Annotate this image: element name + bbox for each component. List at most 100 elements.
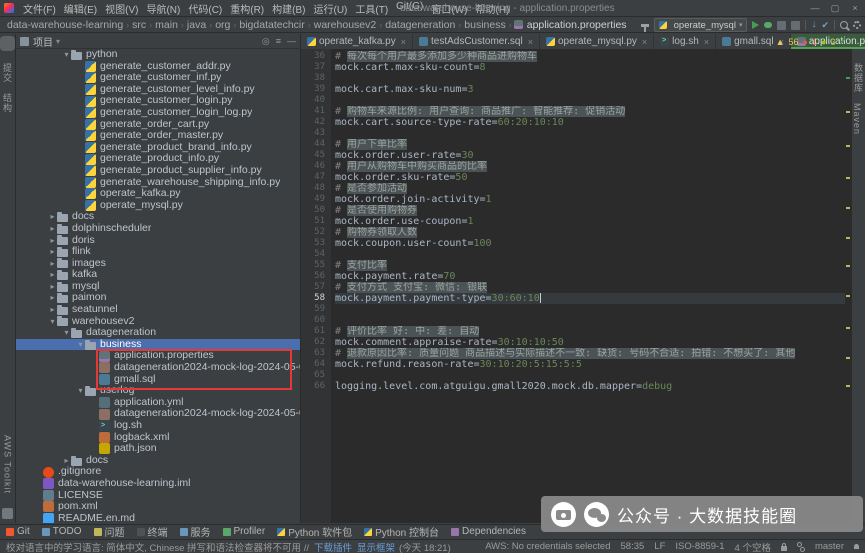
editor-line[interactable]: 51mock.order.use-coupon=1 xyxy=(301,216,845,227)
editor-line[interactable]: 57# 支付方式 支付宝: 微信: 银联 xyxy=(301,282,845,293)
tree-item[interactable]: generate_customer_level_info.py xyxy=(16,84,300,96)
status-item[interactable]: ISO-8859-1 xyxy=(675,541,724,552)
tree-item[interactable]: ▾userlog xyxy=(16,385,300,397)
tree-item[interactable]: ▸seatunnel xyxy=(16,304,300,316)
chevron-down-icon[interactable]: ▾ xyxy=(76,385,85,397)
menu-item[interactable]: 视图(V) xyxy=(101,1,142,16)
tree-item[interactable]: path.json xyxy=(16,443,300,455)
tree-item[interactable]: ▸paimon xyxy=(16,292,300,304)
editor-line[interactable]: 53mock.coupon.user-count=100 xyxy=(301,238,845,249)
breadcrumb-item[interactable]: warehousev2 xyxy=(313,19,377,31)
toolwindow-button[interactable]: Git xyxy=(6,526,30,537)
tree-item[interactable]: generate_order_master.py xyxy=(16,130,300,142)
tree-item[interactable]: generate_product_info.py xyxy=(16,153,300,165)
notifications-bell-icon[interactable] xyxy=(854,544,859,549)
chevron-right-icon[interactable]: ▸ xyxy=(62,455,71,467)
editor-line[interactable]: 65 xyxy=(301,370,845,381)
chevron-right-icon[interactable]: ▸ xyxy=(48,258,57,270)
line-number[interactable]: 66 xyxy=(301,381,335,392)
line-number[interactable]: 53 xyxy=(301,238,335,249)
chevron-right-icon[interactable]: ▸ xyxy=(48,235,57,247)
tree-item[interactable]: generate_customer_login.py xyxy=(16,95,300,107)
toolwindow-button[interactable]: Python 软件包 xyxy=(277,524,352,539)
toolwindow-label[interactable]: AWS Toolkit xyxy=(3,435,13,494)
toolwindow-button[interactable]: 终端 xyxy=(137,524,168,539)
tree-item[interactable]: datageneration2024-mock-log-2024-05-01.j… xyxy=(16,362,300,374)
project-tree[interactable]: ▾pythongenerate_customer_addr.pygenerate… xyxy=(16,49,300,523)
editor-line[interactable]: 38 xyxy=(301,73,845,84)
breadcrumb-item[interactable]: data-warehouse-learning xyxy=(6,19,124,31)
toolwindow-button[interactable]: 问题 xyxy=(94,524,125,539)
status-item[interactable]: 4 个空格 xyxy=(735,540,771,553)
line-number[interactable]: 44 xyxy=(301,139,335,150)
editor-body[interactable]: 36# 每次每个用户最多添加多少种商品进购物车37mock.cart.max-s… xyxy=(301,49,851,523)
show-frame-link[interactable]: 显示框架 xyxy=(357,540,395,553)
chevron-right-icon[interactable]: ▸ xyxy=(48,246,57,258)
editor-line[interactable]: 36# 每次每个用户最多添加多少种商品进购物车 xyxy=(301,51,845,62)
tree-item[interactable]: ▸images xyxy=(16,258,300,270)
tree-item[interactable]: generate_customer_inf.py xyxy=(16,72,300,84)
line-number[interactable]: 39 xyxy=(301,84,335,95)
inspections-widget[interactable]: ▲ 56 ● 1 ● 3 ✔ xyxy=(776,34,847,49)
tree-item[interactable]: generate_product_brand_info.py xyxy=(16,142,300,154)
tree-item[interactable]: ▸kafka xyxy=(16,269,300,281)
tree-item[interactable]: operate_kafka.py xyxy=(16,188,300,200)
editor-line[interactable]: 62mock.comment.appraise-rate=30:10:10:50 xyxy=(301,337,845,348)
tree-item[interactable]: ▸flink xyxy=(16,246,300,258)
tree-item[interactable]: ▸docs xyxy=(16,455,300,467)
toolwindow-label[interactable]: Maven xyxy=(852,103,862,135)
chevron-right-icon[interactable]: ▸ xyxy=(48,304,57,316)
menu-item[interactable]: 工具(T) xyxy=(351,1,392,16)
editor-line[interactable]: 49mock.order.join-activity=1 xyxy=(301,194,845,205)
chevron-right-icon[interactable]: ▸ xyxy=(48,223,57,235)
line-number[interactable]: 60 xyxy=(301,315,335,326)
close-button[interactable]: × xyxy=(845,0,865,16)
editor-line[interactable]: 41# 购物车来源比例: 用户查询: 商品推广: 智能推荐: 促销活动 xyxy=(301,106,845,117)
chevron-down-icon[interactable]: ▾ xyxy=(62,49,71,61)
editor-line[interactable]: 58mock.payment.payment-type=30:60:10 xyxy=(301,293,845,304)
toolwindow-label[interactable]: 提交 xyxy=(1,63,14,83)
project-toolwindow-icon[interactable] xyxy=(2,38,13,49)
line-number[interactable]: 55 xyxy=(301,260,335,271)
tree-item[interactable]: generate_product_supplier_info.py xyxy=(16,165,300,177)
line-number[interactable]: 37 xyxy=(301,62,335,73)
maximize-button[interactable]: ▢ xyxy=(825,0,845,16)
line-number[interactable]: 51 xyxy=(301,216,335,227)
chevron-right-icon[interactable]: ▸ xyxy=(48,281,57,293)
toolwindow-label[interactable]: 结构 xyxy=(1,93,14,113)
editor-line[interactable]: 54 xyxy=(301,249,845,260)
line-number[interactable]: 50 xyxy=(301,205,335,216)
tree-item[interactable]: generate_order_cart.py xyxy=(16,119,300,131)
menu-item[interactable]: 重构(R) xyxy=(226,1,268,16)
editor-line[interactable]: 56mock.payment.rate=70 xyxy=(301,271,845,282)
line-number[interactable]: 40 xyxy=(301,95,335,106)
tree-item[interactable]: log.sh xyxy=(16,420,300,432)
search-icon[interactable] xyxy=(840,21,848,29)
breadcrumb-item[interactable]: application.properties xyxy=(526,19,628,31)
toolwindow-button[interactable]: TODO xyxy=(42,526,82,537)
line-number[interactable]: 45 xyxy=(301,150,335,161)
line-number[interactable]: 64 xyxy=(301,359,335,370)
collapse-all-icon[interactable]: ≡ xyxy=(276,36,281,46)
editor-tab[interactable]: log.sh× xyxy=(654,34,716,49)
menu-item[interactable]: 代码(C) xyxy=(184,1,226,16)
menu-item[interactable]: 文件(F) xyxy=(19,1,60,16)
line-number[interactable]: 59 xyxy=(301,304,335,315)
line-number[interactable]: 54 xyxy=(301,249,335,260)
menu-item[interactable]: 运行(U) xyxy=(309,1,351,16)
breadcrumb-item[interactable]: org xyxy=(214,19,231,31)
editor-line[interactable]: 55# 支付比率 xyxy=(301,260,845,271)
tree-item[interactable]: ▾datageneration xyxy=(16,327,300,339)
tree-item[interactable]: generate_customer_login_log.py xyxy=(16,107,300,119)
menu-item[interactable]: 编辑(E) xyxy=(60,1,101,16)
git-update-icon[interactable]: ↓ xyxy=(811,20,816,30)
editor-line[interactable]: 43 xyxy=(301,128,845,139)
readonly-lock-icon[interactable] xyxy=(781,546,787,551)
bookmarks-toolwindow-icon[interactable] xyxy=(2,508,13,519)
tree-item[interactable]: data-warehouse-learning.iml xyxy=(16,478,300,490)
toolwindow-button[interactable]: 服务 xyxy=(180,524,211,539)
editor-line[interactable]: 50# 是否使用购物券 xyxy=(301,205,845,216)
chevron-down-icon[interactable]: ▾ xyxy=(56,37,60,46)
editor-line[interactable]: 64mock.refund.reason-rate=30:10:20:5:15:… xyxy=(301,359,845,370)
line-number[interactable]: 49 xyxy=(301,194,335,205)
